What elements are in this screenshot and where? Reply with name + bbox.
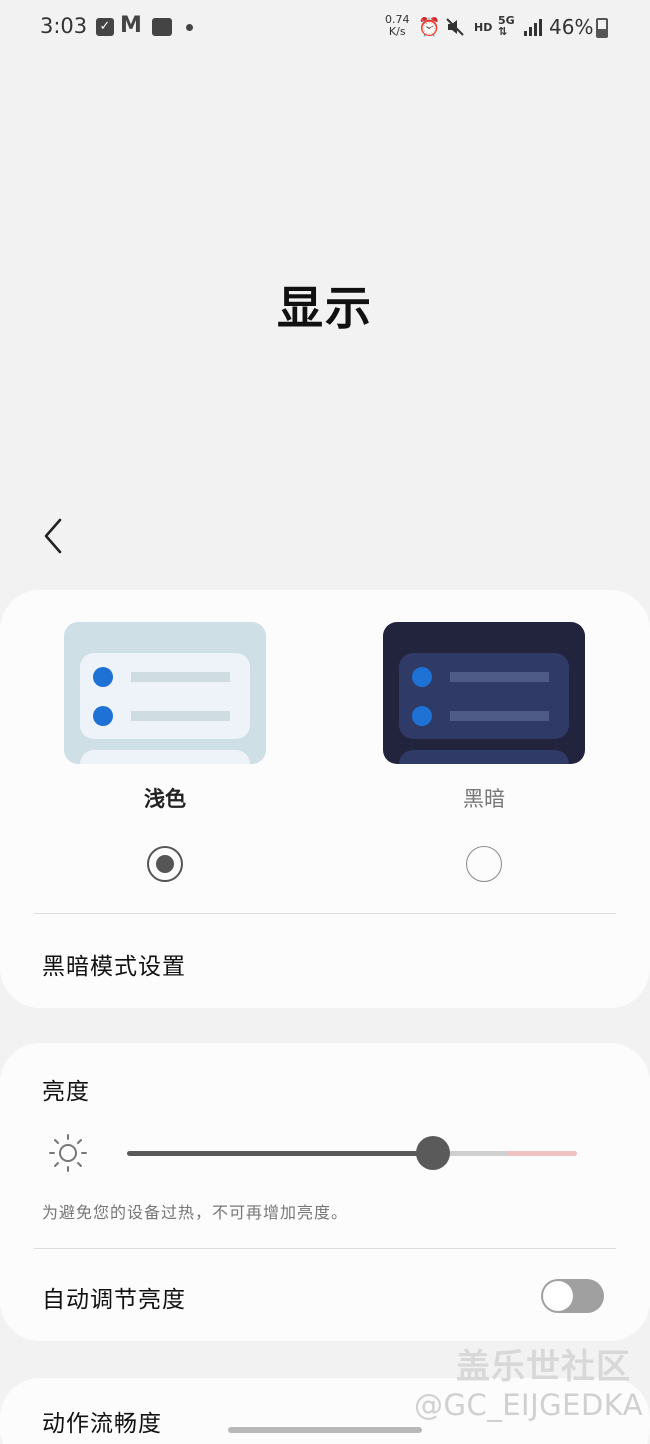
gmail-icon: M — [120, 13, 142, 38]
mute-icon — [445, 17, 465, 42]
status-bar: 3:03 ✓ M 0.74 K/s ⏰ HD 5G ⇅ 46% — [0, 0, 650, 56]
preview-line — [131, 711, 230, 721]
slider-thumb[interactable] — [416, 1136, 450, 1170]
watermark-community: 盖乐世社区 — [456, 1347, 631, 1387]
adaptive-brightness-label[interactable]: 自动调节亮度 — [42, 1280, 186, 1314]
brightness-slider[interactable] — [127, 1135, 577, 1171]
preview-panel — [80, 750, 250, 764]
brightness-title: 亮度 — [42, 1079, 90, 1105]
overheat-warning-text: 为避免您的设备过热，不可再增加亮度。 — [42, 1203, 349, 1222]
light-theme-label[interactable]: 浅色 — [64, 783, 266, 813]
checkbox-notification-icon: ✓ — [96, 18, 114, 36]
adaptive-brightness-toggle[interactable] — [541, 1279, 604, 1313]
preview-dot — [412, 706, 432, 726]
brightness-card: 亮度 为避免您的设备过热，不可再增加亮度。 自动调节亮度 — [0, 1043, 650, 1341]
page-title: 显示 — [277, 281, 373, 335]
dark-mode-settings-item[interactable]: 黑暗模式设置 — [42, 947, 186, 981]
network-speed: 0.74 K/s — [385, 14, 410, 38]
motion-smoothness-item[interactable]: 动作流畅度 — [42, 1404, 162, 1438]
slider-fill — [127, 1151, 433, 1156]
divider — [34, 913, 616, 914]
navigation-gesture-handle[interactable] — [228, 1427, 422, 1433]
light-theme-radio[interactable] — [147, 846, 183, 882]
preview-line — [131, 672, 230, 682]
preview-panel — [399, 750, 569, 764]
slider-overheat-limit — [507, 1151, 577, 1156]
preview-dot — [412, 667, 432, 687]
divider — [34, 1248, 616, 1249]
sun-icon — [49, 1134, 87, 1172]
preview-list-panel — [80, 653, 250, 739]
dark-theme-preview[interactable] — [383, 622, 585, 764]
network-speed-unit: K/s — [388, 25, 406, 38]
theme-card: 浅色 黑暗 黑暗模式设置 — [0, 590, 650, 1008]
hd-voice-icon: HD — [474, 21, 493, 34]
chevron-left-icon — [44, 518, 62, 554]
light-theme-preview[interactable] — [64, 622, 266, 764]
alarm-icon: ⏰ — [418, 17, 441, 38]
back-button[interactable] — [38, 514, 74, 558]
preview-line — [450, 711, 549, 721]
dark-theme-radio[interactable] — [466, 846, 502, 882]
battery-icon — [596, 18, 608, 38]
more-notifications-icon — [186, 24, 193, 31]
network-type-label: 5G — [498, 14, 515, 27]
preview-dot — [93, 667, 113, 687]
preview-list-panel — [399, 653, 569, 739]
battery-percent: 46% — [549, 15, 594, 39]
toggle-knob — [543, 1281, 573, 1311]
dark-theme-label[interactable]: 黑暗 — [383, 783, 585, 813]
preview-dot — [93, 706, 113, 726]
network-type-icon: 5G ⇅ — [498, 14, 515, 38]
gallery-icon — [152, 18, 172, 36]
signal-icon — [523, 18, 543, 41]
status-time: 3:03 — [40, 14, 88, 38]
watermark-handle: @GC_EIJGEDKA — [414, 1388, 644, 1422]
preview-line — [450, 672, 549, 682]
